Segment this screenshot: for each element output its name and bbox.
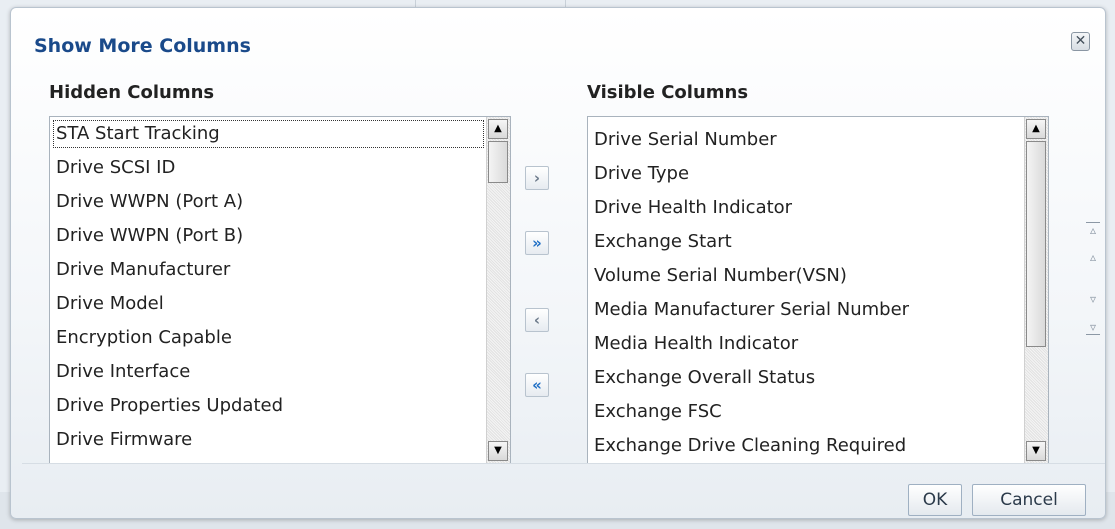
list-item[interactable]: Drive WWPN (Port B)	[50, 219, 487, 253]
list-item[interactable]: Drive Model	[50, 287, 487, 321]
list-item[interactable]: Exchange Drive Cleaning Required	[588, 429, 1025, 463]
background-divider	[415, 0, 416, 7]
list-item[interactable]: Drive Firmware	[50, 423, 487, 457]
list-item[interactable]: Media Health Indicator	[588, 327, 1025, 361]
visible-columns-list[interactable]: Drive Serial Number Drive Type Drive Hea…	[587, 116, 1049, 464]
list-item[interactable]: Drive SCSI ID	[50, 151, 487, 185]
hidden-list-scrollbar[interactable]: ▲ ▼	[486, 117, 510, 463]
list-item[interactable]: Drive Serial Number	[588, 123, 1025, 157]
scroll-thumb[interactable]	[488, 141, 508, 183]
visible-columns-heading: Visible Columns	[587, 82, 749, 103]
list-item[interactable]: Media Manufacturer Serial Number	[588, 293, 1025, 327]
move-to-top-icon[interactable]: ▵	[1086, 222, 1100, 237]
list-item[interactable]: STA Start Tracking	[50, 117, 487, 151]
visible-list-scrollbar[interactable]: ▲ ▼	[1024, 117, 1048, 463]
list-item[interactable]: Drive WWPN (Port A)	[50, 185, 487, 219]
move-all-right-icon[interactable]: »	[525, 231, 549, 255]
list-item[interactable]: Drive Type	[588, 157, 1025, 191]
dialog-title: Show More Columns	[34, 35, 251, 57]
hidden-columns-list[interactable]: STA Start Tracking Drive SCSI ID Drive W…	[49, 116, 511, 464]
list-item[interactable]: Drive Manufacturer	[50, 253, 487, 287]
move-to-bottom-icon[interactable]: ▿	[1086, 320, 1100, 335]
scroll-up-icon[interactable]: ▲	[1026, 119, 1046, 139]
footer-divider	[22, 463, 1105, 464]
list-item[interactable]: Exchange Overall Status	[588, 361, 1025, 395]
move-all-left-icon[interactable]: «	[525, 373, 549, 397]
move-selected-right-icon[interactable]: ›	[525, 166, 549, 190]
background-divider	[565, 0, 566, 7]
scroll-thumb[interactable]	[1026, 141, 1046, 347]
scroll-up-icon[interactable]: ▲	[488, 119, 508, 139]
cancel-button[interactable]: Cancel	[972, 484, 1086, 516]
list-item[interactable]: Encryption Capable	[50, 321, 487, 355]
move-down-icon[interactable]: ▿	[1086, 292, 1100, 306]
list-item[interactable]: Exchange Start	[588, 225, 1025, 259]
move-selected-left-icon[interactable]: ‹	[525, 308, 549, 332]
list-item[interactable]: Drive Interface	[50, 355, 487, 389]
list-item[interactable]: Exchange FSC	[588, 395, 1025, 429]
move-up-icon[interactable]: ▵	[1086, 250, 1100, 264]
show-more-columns-dialog: Show More Columns ✕ Hidden Columns Visib…	[10, 7, 1106, 519]
list-item[interactable]: Drive Health Indicator	[588, 191, 1025, 225]
scroll-down-icon[interactable]: ▼	[488, 441, 508, 461]
scroll-down-icon[interactable]: ▼	[1026, 441, 1046, 461]
list-item[interactable]: Drive Properties Updated	[50, 389, 487, 423]
ok-button[interactable]: OK	[908, 484, 962, 516]
hidden-columns-heading: Hidden Columns	[49, 82, 215, 103]
close-icon[interactable]: ✕	[1071, 32, 1090, 51]
list-item[interactable]: Volume Serial Number(VSN)	[588, 259, 1025, 293]
